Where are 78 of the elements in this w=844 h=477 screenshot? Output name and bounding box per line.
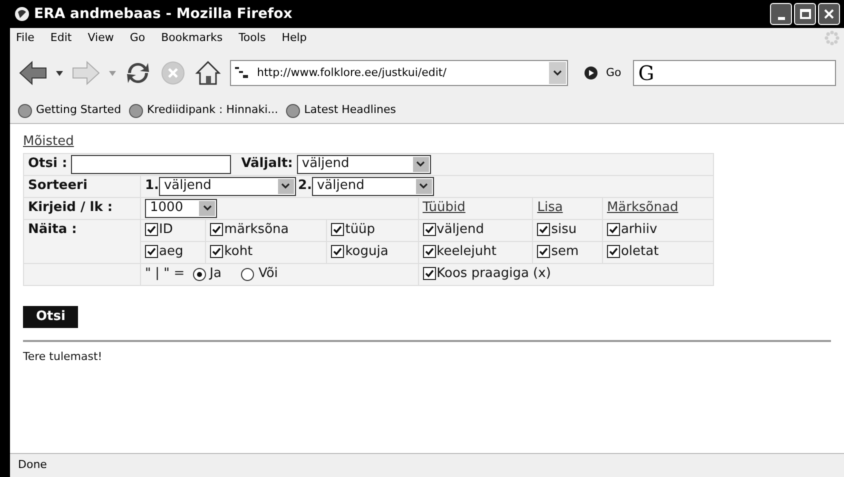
checkbox-label: tüüp [345,220,376,239]
caret-icon [199,200,215,216]
checkbox[interactable] [331,244,344,258]
field-label: Väljalt: [241,155,293,174]
checkbox[interactable] [145,244,158,258]
checkbox[interactable] [331,222,344,236]
caret-icon [416,178,432,194]
site-icon [235,67,249,79]
menu-item[interactable]: Go [128,30,148,46]
checkbox[interactable] [210,222,224,236]
checkbox-label: oletat [620,242,659,261]
sort-select[interactable]: väljend [158,176,296,196]
welcome-message: Tere tulemast! [23,350,102,362]
search-field[interactable]: G [633,60,836,86]
radio-button[interactable] [192,268,206,280]
link[interactable]: Mõisted [23,134,74,149]
radio-label: Ja [210,265,222,284]
checkbox[interactable] [537,222,550,236]
bookmark-item[interactable]: Krediidipank : Hinnaki... [129,102,278,119]
sort-number: 1. [145,177,159,196]
menu-item[interactable]: Help [280,30,309,46]
sort-select[interactable]: väljend [312,176,434,196]
menu-item[interactable]: Tools [236,30,268,46]
menu-item[interactable]: Bookmarks [159,30,225,46]
checkbox[interactable] [606,222,620,236]
checkbox[interactable] [537,244,550,258]
menu-item[interactable]: File [14,30,36,46]
field-select[interactable]: väljend [296,154,431,174]
status-bar: Done [10,453,844,477]
close-icon [824,9,834,19]
caret-icon [412,156,429,172]
dropdown-button[interactable] [549,62,566,84]
checkbox-label: sem [551,242,579,261]
checkbox[interactable] [210,244,224,258]
caret-icon [553,70,562,76]
checkbox-label: Koos praagiga (x) [436,264,551,283]
row-label: Näita : [28,222,77,236]
checkbox-label: ID [159,220,173,239]
globe-icon [14,6,30,22]
checkbox[interactable] [422,266,436,280]
row-label: Sorteeri [28,178,88,194]
dropdown-arrow-icon[interactable] [56,70,63,76]
checkbox-label: väljend [436,220,484,239]
close-button[interactable] [818,3,840,25]
home-icon[interactable] [194,59,222,87]
operator-label: " | " = [145,265,185,284]
checkbox-label: keelejuht [436,242,496,261]
go-button[interactable]: Go [584,64,622,82]
checkbox-label: koht [224,242,253,261]
radio-label: Või [258,265,278,284]
checkbox-label: aeg [159,242,184,261]
menu-item[interactable]: Edit [48,30,74,46]
checkbox[interactable] [422,222,436,236]
search-button[interactable]: Otsi [23,306,78,328]
checkbox[interactable] [606,244,620,258]
checkbox[interactable] [145,222,158,236]
menu-item[interactable]: View [86,30,116,46]
bookmark-item[interactable]: Latest Headlines [286,102,396,119]
bookmark-item[interactable]: Getting Started [18,102,122,119]
row-label: Kirjeid / lk : [28,200,113,216]
checkbox-label: märksõna [224,220,289,239]
checkbox-label: arhiiv [620,220,658,239]
sort-number: 2. [298,177,312,196]
caret-icon [278,178,294,194]
play-icon [584,66,598,80]
throbber-icon [824,30,840,46]
checkbox-label: sisu [551,220,577,239]
checkbox-label: koguja [345,242,388,261]
maximize-button[interactable] [794,3,816,25]
window-title: ERA andmebaas - Mozilla Firefox [34,4,292,24]
search-input[interactable] [71,154,232,174]
back-arrow-icon[interactable] [18,60,48,86]
minimize-button[interactable] [770,3,792,25]
field-label: Otsi : [28,155,68,174]
radio-button[interactable] [241,268,254,280]
address-field[interactable]: http://www.folklore.ee/justkui/edit/ [230,60,568,86]
checkbox[interactable] [422,244,436,258]
count-select[interactable]: 1000 [145,198,217,218]
